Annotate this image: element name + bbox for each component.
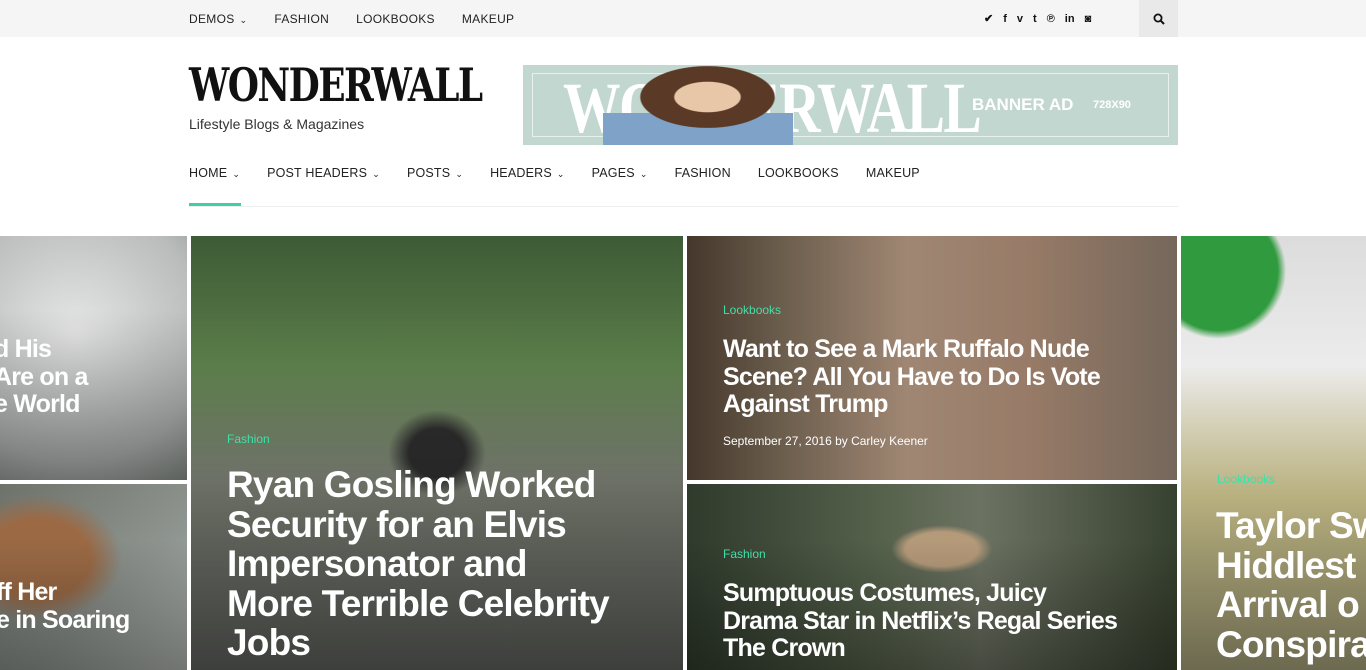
nav-fashion[interactable]: FASHION — [675, 166, 731, 180]
pinterest-icon[interactable]: ℗ — [1047, 13, 1055, 25]
post-tile[interactable]: Fashion Sumptuous Costumes, Juicy Drama S… — [687, 484, 1177, 670]
main-nav: HOME ⌄ POST HEADERS ⌄ POSTS ⌄ HEADERS ⌄ PAGE… — [189, 166, 920, 180]
post-title: d His Are on ae World — [0, 335, 88, 419]
title-line: Hiddlest — [1216, 544, 1356, 586]
title-line: Conspira — [1216, 623, 1366, 665]
banner-label: BANNER AD — [972, 95, 1074, 114]
label: POSTS — [406, 166, 451, 180]
title-line: Impersonator and — [227, 543, 528, 584]
nav-home[interactable]: HOME ⌄ — [189, 166, 240, 180]
title-line: Jobs — [227, 622, 311, 663]
title-line: Taylor Sw — [1216, 505, 1366, 546]
vimeo-icon[interactable]: v — [1017, 13, 1023, 25]
top-menu: DEMOS ⌄ FASHION LOOKBOOKS MAKEUP — [189, 0, 514, 37]
title-line: Arrival o — [1216, 584, 1360, 625]
chevron-down-icon: ⌄ — [639, 169, 648, 179]
nav-makeup[interactable]: MAKEUP — [866, 166, 920, 180]
post-category[interactable]: Lookbooks — [1217, 472, 1275, 486]
nav-headers[interactable]: HEADERS ⌄ — [490, 166, 565, 180]
nav-pages[interactable]: PAGES ⌄ — [592, 166, 648, 180]
instagram-icon[interactable]: ◙ — [1085, 13, 1092, 25]
label: HOME — [189, 166, 228, 180]
post-tile[interactable]: Lookbooks Taylor Sw Hiddlest Arrival o Cons… — [1181, 236, 1366, 670]
title-line: Drama Star in Netflix’s Regal Series — [723, 606, 1118, 635]
nav-divider — [189, 206, 1178, 207]
twitter-icon[interactable]: ✔ — [984, 12, 993, 25]
title-line: Scene? All You Have to Do Is Vote — [723, 362, 1101, 391]
top-menu-fashion[interactable]: FASHION — [274, 12, 329, 26]
facebook-icon[interactable]: f — [1003, 13, 1007, 25]
nav-lookbooks[interactable]: LOOKBOOKS — [758, 166, 839, 180]
label: HEADERS — [490, 166, 552, 180]
title-line: ff Her — [0, 578, 57, 606]
title-line: e in Soaring — [0, 605, 130, 634]
title-line: Sumptuous Costumes, Juicy — [723, 579, 1047, 607]
post-title: Ryan Gosling Worked Security for an Elvis… — [227, 464, 610, 663]
search-icon — [1153, 13, 1165, 25]
post-title: Want to See a Mark Ruffalo Nude Scene? Al… — [723, 335, 1101, 419]
chevron-down-icon: ⌄ — [556, 169, 565, 179]
chevron-down-icon: ⌄ — [455, 169, 464, 179]
top-bar: DEMOS ⌄ FASHION LOOKBOOKS MAKEUP ✔ f v t … — [0, 0, 1366, 37]
label: POST HEADERS — [267, 166, 368, 180]
post-tile[interactable]: d His Are on ae World — [0, 236, 187, 480]
post-tile[interactable]: Fashion Ryan Gosling Worked Security for … — [191, 236, 683, 670]
title-line: Are on a — [0, 362, 88, 391]
site-logo[interactable]: WONDERWALL — [189, 58, 483, 112]
tumblr-icon[interactable]: t — [1033, 13, 1037, 25]
post-tile[interactable]: ff Her e in Soaring — [0, 484, 187, 670]
label: DEMOS — [189, 11, 235, 26]
nav-posts[interactable]: POSTS ⌄ — [407, 166, 463, 180]
post-title: ff Her e in Soaring — [0, 578, 130, 634]
chevron-down-icon: ⌄ — [232, 169, 241, 179]
overlay — [0, 484, 187, 670]
chevron-down-icon: ⌄ — [372, 169, 380, 179]
chevron-down-icon: ⌄ — [239, 14, 248, 25]
title-line: e World — [0, 390, 80, 418]
post-title: Taylor Sw Hiddlest Arrival o Conspira — [1216, 506, 1366, 664]
top-menu-demos[interactable]: DEMOS ⌄ — [189, 12, 247, 26]
banner-ad[interactable]: WONDERWALL BANNER AD 728X90 — [523, 65, 1178, 145]
top-menu-lookbooks[interactable]: LOOKBOOKS — [356, 12, 435, 26]
title-line: Against Trump — [723, 390, 888, 418]
post-tile[interactable]: Lookbooks Want to See a Mark Ruffalo Nud… — [687, 236, 1177, 480]
title-line: The Crown — [723, 634, 846, 662]
post-meta: September 27, 2016 by Carley Keener — [723, 434, 928, 448]
title-line: d His — [0, 335, 52, 363]
social-links: ✔ f v t ℗ in ◙ — [984, 0, 1091, 37]
title-line: Want to See a Mark Ruffalo Nude — [723, 335, 1090, 363]
search-button[interactable] — [1139, 0, 1178, 37]
site-tagline: Lifestyle Blogs & Magazines — [189, 116, 365, 132]
label: PAGES — [591, 166, 635, 180]
linkedin-icon[interactable]: in — [1065, 13, 1075, 25]
banner-size: 728X90 — [1093, 99, 1131, 111]
top-menu-makeup[interactable]: MAKEUP — [462, 12, 514, 26]
post-category[interactable]: Fashion — [723, 547, 766, 561]
banner-photo — [603, 65, 793, 145]
title-line: Ryan Gosling Worked — [227, 464, 596, 505]
post-title: Sumptuous Costumes, Juicy Drama Star in N… — [723, 579, 1118, 663]
title-line: More Terrible Celebrity — [227, 582, 610, 624]
title-line: Security for an Elvis — [227, 503, 567, 545]
post-category[interactable]: Lookbooks — [723, 303, 781, 317]
post-category[interactable]: Fashion — [227, 432, 270, 446]
nav-post-headers[interactable]: POST HEADERS ⌄ — [267, 166, 380, 180]
